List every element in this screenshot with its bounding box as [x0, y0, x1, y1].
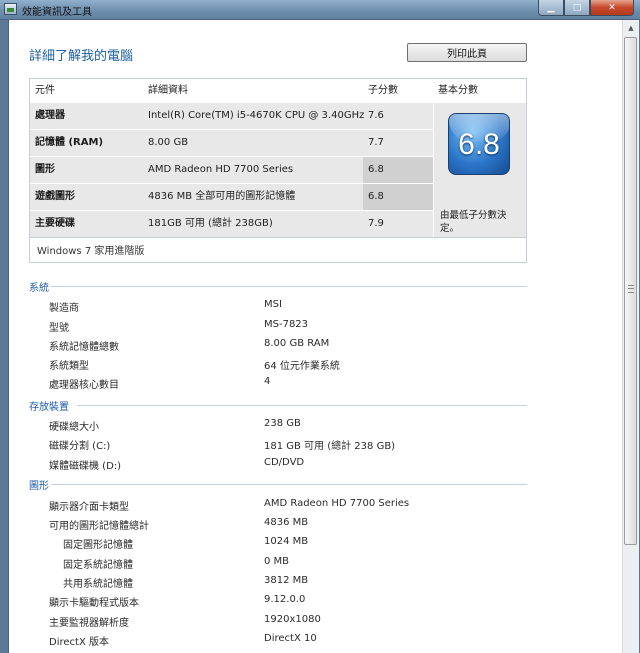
base-score-panel: 6.8 由最低子分數決定。 — [434, 103, 526, 237]
component-name: 遊戲圖形 — [35, 191, 75, 202]
system-label: 系統記憶體總數 — [49, 342, 119, 353]
vertical-scrollbar[interactable]: ▲ — [622, 20, 639, 653]
col-component: 元件 — [35, 85, 55, 96]
section-title-storage: 存放裝置 — [29, 402, 69, 413]
base-score-value: 6.8 — [458, 128, 500, 161]
minimize-icon: ▁ — [547, 2, 555, 13]
page-title: 詳細了解我的電腦 — [29, 49, 134, 64]
col-detail: 詳細資料 — [148, 85, 188, 96]
graphics-label: 可用的圖形記憶體總計 — [49, 521, 149, 532]
maximize-button[interactable]: □ — [564, 0, 590, 16]
graphics-value: 3812 MB — [264, 575, 309, 586]
component-score: 6.8 — [368, 191, 384, 202]
graphics-label: 顯示卡驅動程式版本 — [49, 598, 139, 609]
base-score-note: 由最低子分數決定。 — [440, 210, 507, 234]
graphics-value: 1920x1080 — [264, 614, 321, 625]
section-divider — [51, 484, 527, 485]
scroll-thumb[interactable] — [624, 37, 637, 545]
component-score: 7.6 — [368, 110, 384, 121]
section-divider — [51, 286, 527, 287]
graphics-value: 9.12.0.0 — [264, 594, 306, 605]
storage-label: 磁碟分割 (C:) — [49, 441, 111, 452]
component-name: 圖形 — [35, 164, 55, 175]
scroll-up-arrow-icon[interactable]: ▲ — [623, 20, 639, 36]
storage-value: 181 GB 可用 (總計 238 GB) — [264, 441, 396, 452]
app-icon — [4, 3, 17, 15]
system-value: 64 位元作業系統 — [264, 361, 340, 372]
component-name: 記憶體 (RAM) — [35, 137, 104, 148]
col-base-score: 基本分數 — [438, 85, 478, 96]
system-label: 製造商 — [49, 303, 79, 314]
section-title-graphics: 圖形 — [29, 481, 49, 492]
col-subscore: 子分數 — [368, 85, 398, 96]
window-controls: ▁ □ ✕ — [538, 0, 634, 17]
storage-label: 媒體磁碟機 (D:) — [49, 461, 122, 472]
windows-edition: Windows 7 家用進階版 — [37, 246, 145, 257]
system-value: MS-7823 — [264, 319, 309, 330]
component-detail: 181GB 可用 (總計 238GB) — [148, 218, 273, 229]
section-title-system: 系統 — [29, 283, 49, 294]
component-detail: 8.00 GB — [148, 137, 189, 148]
scroll-grip-icon — [628, 285, 634, 293]
graphics-label: 共用系統記憶體 — [63, 579, 133, 590]
component-score: 6.8 — [368, 164, 384, 175]
graphics-label: 顯示器介面卡類型 — [49, 502, 129, 513]
system-value: MSI — [264, 299, 282, 310]
storage-value: CD/DVD — [264, 457, 305, 468]
system-label: 型號 — [49, 323, 69, 334]
graphics-label: 主要監視器解析度 — [49, 618, 129, 629]
component-detail: Intel(R) Core(TM) i5-4670K CPU @ 3.40GHz — [148, 110, 365, 121]
graphics-value: AMD Radeon HD 7700 Series — [264, 498, 410, 509]
system-label: 處理器核心數目 — [49, 380, 119, 391]
graphics-value: DirectX 10 — [264, 633, 317, 644]
print-page-button[interactable]: 列印此頁 — [407, 43, 527, 62]
storage-value: 238 GB — [264, 418, 301, 429]
close-button[interactable]: ✕ — [590, 0, 634, 16]
system-value: 8.00 GB RAM — [264, 338, 330, 349]
minimize-button[interactable]: ▁ — [538, 0, 564, 16]
component-detail: 4836 MB 全部可用的圖形記憶體 — [148, 191, 296, 202]
graphics-label: 固定圖形記憶體 — [63, 540, 133, 551]
graphics-label: 固定系統記憶體 — [63, 560, 133, 571]
system-label: 系統類型 — [49, 361, 89, 372]
component-score: 7.7 — [368, 137, 384, 148]
rating-table: 元件 詳細資料 子分數 基本分數 處理器 Intel(R) Core(TM) i… — [29, 78, 527, 263]
component-score: 7.9 — [368, 218, 384, 229]
section-divider — [77, 405, 527, 406]
graphics-value: 1024 MB — [264, 536, 309, 547]
component-name: 處理器 — [35, 110, 65, 121]
content-area: 詳細了解我的電腦 列印此頁 元件 詳細資料 子分數 基本分數 處理器 Intel… — [8, 20, 622, 653]
graphics-value: 4836 MB — [264, 517, 309, 528]
system-value: 4 — [264, 376, 271, 387]
graphics-label: DirectX 版本 — [49, 637, 109, 648]
close-icon: ✕ — [608, 2, 616, 13]
maximize-icon: □ — [572, 2, 582, 13]
edition-divider — [30, 237, 526, 238]
component-name: 主要硬碟 — [35, 218, 75, 229]
title-bar: 效能資訊及工具 ▁ □ ✕ — [0, 0, 640, 20]
storage-label: 硬碟總大小 — [49, 422, 99, 433]
graphics-value: 0 MB — [264, 556, 290, 567]
window-title: 效能資訊及工具 — [22, 7, 92, 18]
component-detail: AMD Radeon HD 7700 Series — [148, 164, 294, 175]
windows-experience-badge-icon: 6.8 — [448, 113, 510, 175]
